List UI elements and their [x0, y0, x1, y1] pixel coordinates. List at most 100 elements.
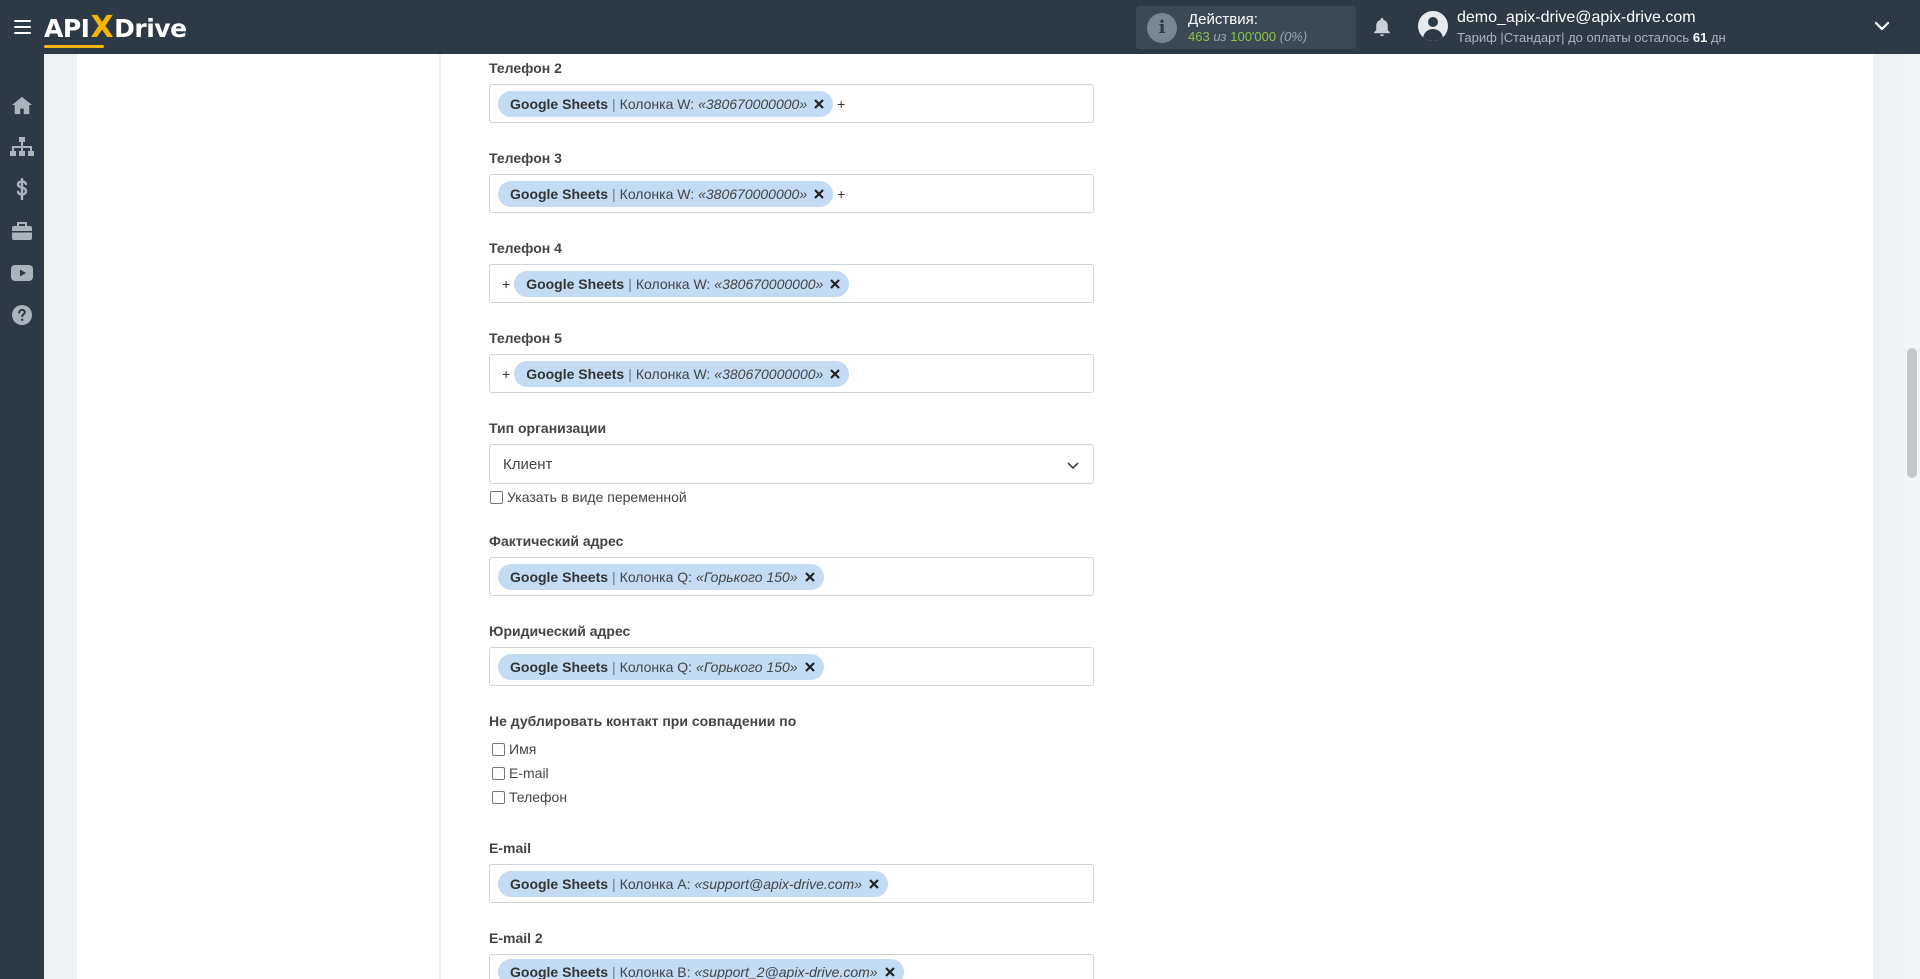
actual-address-field[interactable]: Google Sheets | Колонка Q: «Горького 150»	[489, 557, 1094, 596]
actions-of: из	[1213, 28, 1227, 44]
tag-column: Колонка W:	[635, 275, 711, 292]
logo-text-api: API	[44, 13, 90, 43]
actions-count: 463 из 100'000 (0%)	[1188, 28, 1307, 45]
actions-percent: (0%)	[1279, 28, 1308, 44]
email2-tag[interactable]: Google Sheets | Колонка B: «support_2@apix-…	[498, 959, 904, 979]
legal-address-tag[interactable]: Google Sheets | Колонка Q: «Горького 150»	[498, 653, 824, 680]
phone5-tag[interactable]: Google Sheets | Колонка W: «380670000000»	[514, 360, 850, 387]
remove-tag-icon[interactable]	[829, 368, 841, 380]
org-type-label: Тип организации	[489, 420, 607, 436]
actions-counter[interactable]: i Действия: 463 из 100'000 (0%)	[1136, 6, 1356, 49]
plan-prefix: Тариф |Стандарт| до оплаты осталось	[1457, 30, 1690, 45]
email-label: E-mail	[489, 840, 532, 856]
tag-value: «Горького 150»	[696, 658, 798, 675]
user-email[interactable]: demo_apix-drive@apix-drive.com	[1457, 9, 1696, 27]
sidebar	[0, 54, 44, 979]
actions-label: Действия:	[1188, 10, 1258, 28]
phone5-plus: +	[502, 365, 511, 382]
youtube-icon	[11, 265, 33, 281]
phone3-tag[interactable]: Google Sheets | Колонка W: «380670000000»	[498, 180, 834, 207]
phone4-tag[interactable]: Google Sheets | Колонка W: «380670000000»	[514, 270, 850, 297]
tag-source: Google Sheets	[510, 568, 609, 585]
no-duplicate-option[interactable]: Имя	[492, 741, 536, 757]
page-scrollbar[interactable]	[1904, 54, 1920, 979]
tag-column: Колонка A:	[619, 875, 691, 892]
phone3-field[interactable]: Google Sheets | Колонка W: «380670000000» +	[489, 174, 1094, 213]
no-duplicate-option-label: E-mail	[509, 765, 549, 781]
remove-tag-icon[interactable]	[884, 966, 896, 978]
sidebar-item-video[interactable]	[0, 252, 44, 294]
logo-text-drive: Drive	[114, 13, 187, 43]
variable-checkbox-row[interactable]: Указать в виде переменной	[490, 489, 687, 505]
help-icon	[12, 305, 32, 325]
variable-checkbox[interactable]	[490, 490, 503, 504]
user-plan: Тариф |Стандарт| до оплаты осталось 61 д…	[1457, 30, 1726, 45]
tag-value: «support_2@apix-drive.com»	[694, 964, 878, 979]
tag-value: «support@apix-drive.com»	[694, 875, 863, 892]
remove-tag-icon[interactable]	[804, 661, 816, 673]
tag-source: Google Sheets	[510, 964, 609, 979]
menu-hamburger-icon[interactable]	[0, 0, 44, 54]
tag-column: Колонка Q:	[619, 568, 693, 585]
remove-tag-icon[interactable]	[813, 188, 825, 200]
no-duplicate-option[interactable]: E-mail	[492, 765, 549, 781]
no-duplicate-checkbox[interactable]	[492, 790, 505, 804]
user-avatar[interactable]	[1418, 11, 1448, 41]
tag-column: Колонка W:	[635, 365, 711, 382]
sidebar-item-billing[interactable]	[0, 168, 44, 210]
email2-field[interactable]: Google Sheets | Колонка B: «support_2@apix-…	[489, 954, 1094, 979]
no-duplicate-option-label: Имя	[509, 741, 537, 757]
sidebar-item-home[interactable]	[0, 84, 44, 126]
phone4-label: Телефон 4	[489, 240, 562, 256]
tag-value: «Горького 150»	[696, 568, 798, 585]
phone5-field[interactable]: + Google Sheets | Колонка W: «380670000000»	[489, 354, 1094, 393]
no-duplicate-option[interactable]: Телефон	[492, 789, 567, 805]
tag-column: Колонка W:	[619, 95, 695, 112]
plan-suffix: дн	[1710, 30, 1726, 45]
phone3-plus: +	[837, 185, 846, 202]
email2-label: E-mail 2	[489, 930, 543, 946]
remove-tag-icon[interactable]	[804, 571, 816, 583]
phone2-label: Телефон 2	[489, 60, 562, 76]
actions-total: 100'000	[1230, 28, 1277, 44]
remove-tag-icon[interactable]	[868, 878, 880, 890]
phone4-field[interactable]: + Google Sheets | Колонка W: «380670000000»	[489, 264, 1094, 303]
remove-tag-icon[interactable]	[829, 278, 841, 290]
email-field[interactable]: Google Sheets | Колонка A: «support@apix-dr…	[489, 864, 1094, 903]
actual-address-tag[interactable]: Google Sheets | Колонка Q: «Горького 150»	[498, 563, 824, 590]
sidebar-item-connections[interactable]	[0, 126, 44, 168]
actual-address-label: Фактический адрес	[489, 533, 624, 549]
bell-icon[interactable]	[1371, 16, 1393, 38]
briefcase-icon	[12, 222, 32, 240]
legal-address-label: Юридический адрес	[489, 623, 631, 639]
phone5-label: Телефон 5	[489, 330, 562, 346]
tag-source: Google Sheets	[526, 365, 625, 382]
remove-tag-icon[interactable]	[813, 98, 825, 110]
org-type-select[interactable]: Клиент	[489, 444, 1094, 484]
no-duplicate-checkbox[interactable]	[492, 742, 505, 756]
phone2-tag[interactable]: Google Sheets | Колонка W: «380670000000»	[498, 90, 834, 117]
tag-column: Колонка B:	[619, 964, 691, 979]
home-icon	[12, 96, 32, 115]
email-tag[interactable]: Google Sheets | Колонка A: «support@apix-dr…	[498, 870, 889, 897]
actions-text: Действия: 463 из 100'000 (0%)	[1188, 11, 1307, 45]
sidebar-item-services[interactable]	[0, 210, 44, 252]
phone3-label: Телефон 3	[489, 150, 562, 166]
info-icon: i	[1147, 12, 1177, 43]
left-panel	[77, 54, 439, 979]
apix-drive-logo[interactable]: API X Drive	[44, 9, 187, 48]
logo-text-x: X	[90, 9, 114, 45]
plan-days: 61	[1692, 30, 1708, 45]
tag-value: «380670000000»	[698, 95, 808, 112]
tag-value: «380670000000»	[714, 275, 824, 292]
phone2-field[interactable]: Google Sheets | Колонка W: «380670000000» +	[489, 84, 1094, 123]
legal-address-field[interactable]: Google Sheets | Колонка Q: «Горького 150»	[489, 647, 1094, 686]
scrollbar-thumb[interactable]	[1907, 348, 1917, 478]
no-duplicate-option-label: Телефон	[509, 789, 568, 805]
logo-underline	[44, 44, 104, 48]
chevron-down-icon[interactable]	[1873, 17, 1891, 35]
no-duplicate-checkbox[interactable]	[492, 766, 505, 780]
tag-value: «380670000000»	[698, 185, 808, 202]
sidebar-item-help[interactable]	[0, 294, 44, 336]
no-duplicate-label: Не дублировать контакт при совпадении по	[489, 713, 797, 729]
